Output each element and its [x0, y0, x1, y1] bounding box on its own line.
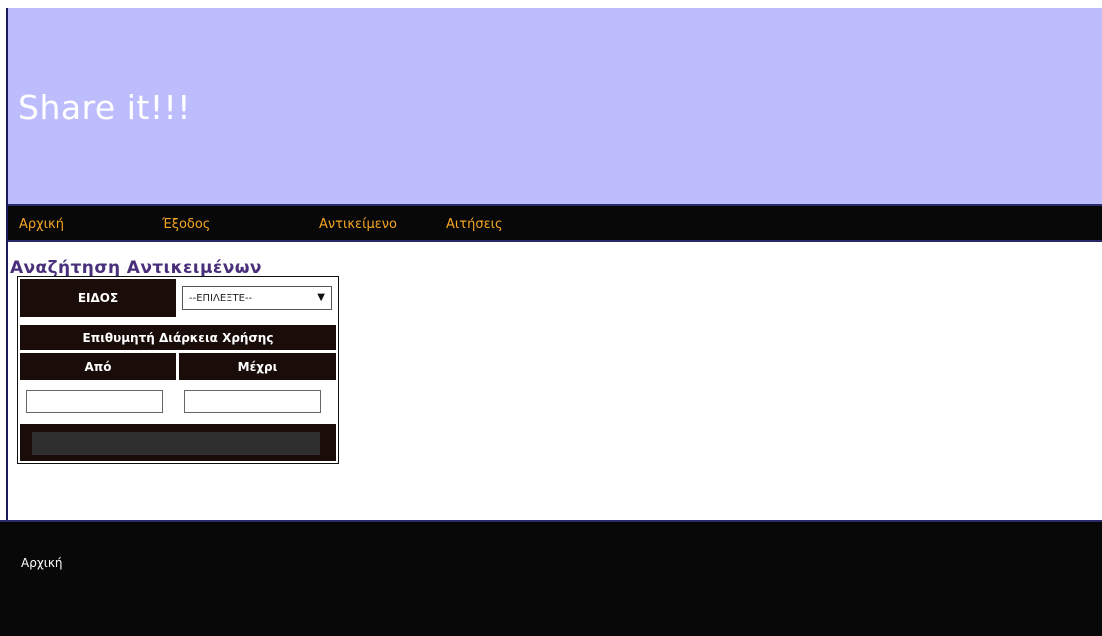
- nav-item-link[interactable]: Αντικείμενο: [319, 217, 397, 232]
- duration-label: Επιθυμητή Διάρκεια Χρήσης: [20, 325, 336, 350]
- site-header: Share it!!!: [8, 8, 1102, 204]
- nav-home-link[interactable]: Αρχική: [19, 217, 64, 232]
- chevron-down-icon: ▼: [317, 292, 325, 303]
- type-select-value: --ΕΠΙΛΕΞΤΕ--: [189, 292, 253, 304]
- to-date-input[interactable]: [184, 390, 321, 413]
- search-submit-button[interactable]: [32, 432, 320, 455]
- to-label: Μέχρι: [179, 353, 336, 380]
- from-label: Από: [20, 353, 176, 380]
- type-label: ΕΙΔΟΣ: [20, 279, 176, 317]
- main-nav: Αρχική Έξοδος Αντικείμενο Αιτήσεις: [8, 204, 1102, 242]
- page: Share it!!! Αρχική Έξοδος Αντικείμενο Αι…: [0, 0, 1102, 636]
- site-footer: Αρχική: [0, 522, 1102, 636]
- nav-requests-link[interactable]: Αιτήσεις: [446, 217, 503, 232]
- site-title: Share it!!!: [18, 88, 192, 127]
- footer-home-link[interactable]: Αρχική: [21, 556, 63, 570]
- from-date-input[interactable]: [26, 390, 163, 413]
- type-select[interactable]: --ΕΠΙΛΕΞΤΕ-- ▼: [182, 286, 332, 310]
- main-content: Αναζήτηση Αντικειμένων ΕΙΔΟΣ --ΕΠΙΛΕΞΤΕ-…: [8, 242, 1102, 522]
- top-margin: [0, 0, 1102, 8]
- item-search-form: ΕΙΔΟΣ --ΕΠΙΛΕΞΤΕ-- ▼ Επιθυμητή Διάρκεια …: [17, 276, 339, 464]
- submit-area: [20, 424, 336, 461]
- search-section-title: Αναζήτηση Αντικειμένων: [10, 258, 262, 278]
- nav-logout-link[interactable]: Έξοδος: [162, 217, 210, 232]
